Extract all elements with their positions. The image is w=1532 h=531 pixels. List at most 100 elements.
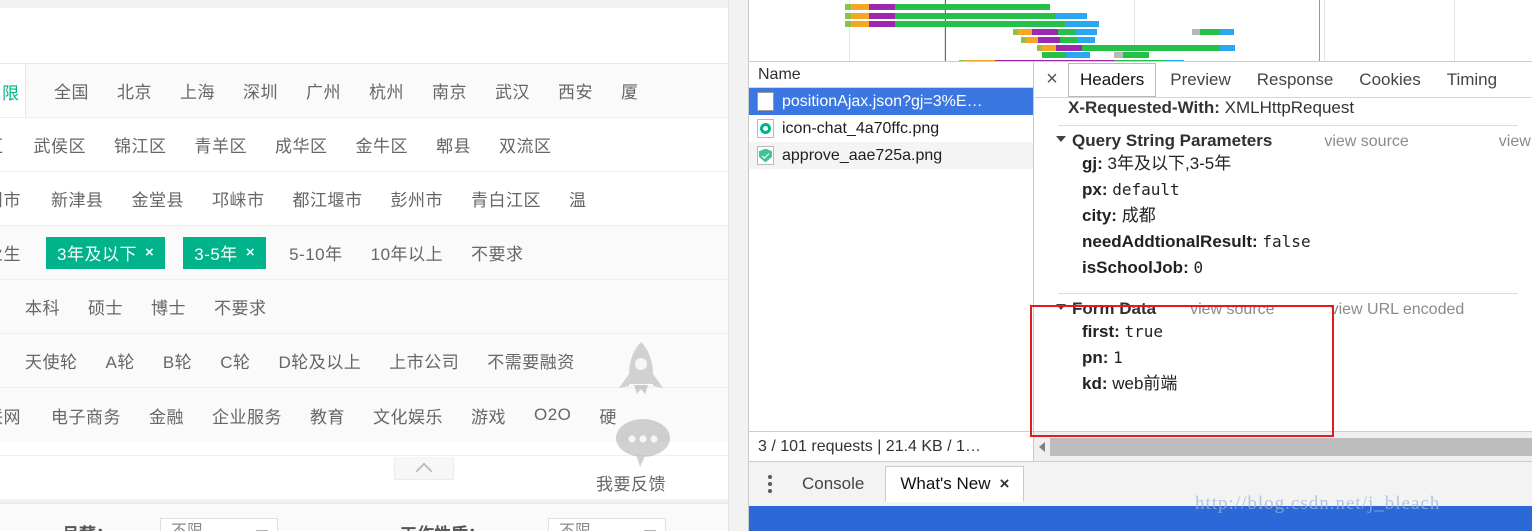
page-right-gutter <box>728 0 748 531</box>
network-row-2-name: approve_aae725a.png <box>782 146 943 164</box>
scroll-left-arrow-icon[interactable] <box>1034 433 1050 461</box>
feedback-link[interactable]: 我要反馈 <box>596 470 666 495</box>
tab-headers[interactable]: Headers <box>1068 62 1157 97</box>
drawer-tab-whats-new[interactable]: What's New × <box>885 466 1025 502</box>
experience-lead[interactable]: 业生 <box>0 240 37 265</box>
network-overview-waterfall[interactable] <box>749 0 1532 62</box>
tab-cookies[interactable]: Cookies <box>1347 63 1432 97</box>
county-item-3[interactable]: 都江堰市 <box>279 186 377 211</box>
experience-item-1[interactable]: 10年以上 <box>357 240 457 265</box>
city-tab-selected[interactable]: 限 <box>0 64 26 117</box>
education-item-0[interactable]: 本科 <box>11 294 74 319</box>
query-view-source-link[interactable]: view source <box>1324 133 1408 151</box>
district-item-5[interactable]: 郫县 <box>422 132 485 157</box>
city-item-0[interactable]: 全国 <box>40 78 103 103</box>
query-param-2: city: 成都 <box>1082 203 1532 229</box>
county-item-6[interactable]: 温 <box>555 186 601 211</box>
kebab-menu-icon[interactable] <box>759 475 781 493</box>
chevron-down-icon[interactable] <box>1056 304 1066 310</box>
close-icon[interactable]: × <box>1038 65 1066 95</box>
remove-tag-icon[interactable]: × <box>246 244 255 261</box>
city-item-4[interactable]: 广州 <box>292 78 355 103</box>
drawer-tab-console[interactable]: Console <box>787 466 879 502</box>
query-view-url-encoded-link[interactable]: view <box>1499 133 1531 151</box>
district-item-0[interactable]: 武侯区 <box>20 132 101 157</box>
salary-select[interactable]: 不限 <box>160 518 278 531</box>
hscroll-thumb[interactable] <box>1050 437 1532 456</box>
industry-item-5[interactable]: 游戏 <box>457 403 520 428</box>
finance-item-6[interactable]: 不需要融资 <box>473 348 589 373</box>
finance-item-0[interactable]: 天使轮 <box>11 348 92 373</box>
county-item-4[interactable]: 彭州市 <box>377 186 458 211</box>
county-item-2[interactable]: 邛崃市 <box>198 186 279 211</box>
district-item-6[interactable]: 双流区 <box>485 132 566 157</box>
collapse-filters-button[interactable] <box>394 457 454 480</box>
experience-item-0[interactable]: 5-10年 <box>275 240 357 265</box>
city-item-7[interactable]: 武汉 <box>481 78 544 103</box>
form-param-1-key: pn: <box>1082 348 1109 367</box>
industry-item-0[interactable]: 电子商务 <box>37 403 135 428</box>
form-view-url-encoded-link[interactable]: view URL encoded <box>1331 301 1465 319</box>
network-column-header[interactable]: Name <box>749 62 1033 88</box>
hscroll-track[interactable] <box>1050 437 1532 456</box>
finance-item-3[interactable]: C轮 <box>206 348 264 373</box>
jobtype-label: 工作性质： <box>400 520 485 531</box>
county-lead[interactable]: 州市 <box>0 186 37 211</box>
remove-tag-icon[interactable]: × <box>145 244 154 261</box>
finance-item-5[interactable]: 上市公司 <box>375 348 473 373</box>
query-string-section-title[interactable]: Query String Parameters view source view <box>1056 131 1532 151</box>
experience-tag-1[interactable]: 3-5年 × <box>183 236 267 269</box>
finance-item-1[interactable]: A轮 <box>92 348 149 373</box>
education-item-1[interactable]: 硕士 <box>74 294 137 319</box>
close-icon[interactable]: × <box>1000 474 1010 494</box>
district-item-4[interactable]: 金牛区 <box>342 132 423 157</box>
chevron-down-icon[interactable] <box>1056 136 1066 142</box>
tab-preview[interactable]: Preview <box>1158 63 1242 97</box>
form-view-source-link[interactable]: view source <box>1190 301 1274 319</box>
finance-item-2[interactable]: B轮 <box>149 348 206 373</box>
city-item-6[interactable]: 南京 <box>418 78 481 103</box>
experience-item-2[interactable]: 不要求 <box>457 240 538 265</box>
city-item-1[interactable]: 北京 <box>103 78 166 103</box>
finance-item-4[interactable]: D轮及以上 <box>264 348 375 373</box>
industry-item-3[interactable]: 教育 <box>296 403 359 428</box>
clipped-header-key: X-Requested-With: <box>1068 98 1220 117</box>
tab-timing[interactable]: Timing <box>1435 63 1509 97</box>
network-row-1[interactable]: icon-chat_4a70ffc.png <box>749 115 1033 142</box>
district-item-1[interactable]: 锦江区 <box>100 132 181 157</box>
city-item-2[interactable]: 上海 <box>166 78 229 103</box>
network-request-list[interactable]: Name positionAjax.json?gj=3%E… icon-chat… <box>749 62 1034 431</box>
form-param-2-value: web前端 <box>1112 374 1178 393</box>
county-item-5[interactable]: 青白江区 <box>457 186 555 211</box>
county-item-0[interactable]: 新津县 <box>37 186 118 211</box>
industry-item-6[interactable]: O2O <box>520 405 585 425</box>
network-row-0[interactable]: positionAjax.json?gj=3%E… <box>749 88 1033 115</box>
network-row-2[interactable]: approve_aae725a.png <box>749 142 1033 169</box>
page-white-card <box>0 8 728 64</box>
industry-item-2[interactable]: 企业服务 <box>198 403 296 428</box>
district-lead[interactable]: 区 <box>0 132 20 157</box>
city-item-9[interactable]: 厦 <box>607 78 653 103</box>
education-item-3[interactable]: 不要求 <box>200 294 281 319</box>
jobtype-select[interactable]: 不限 <box>548 518 666 531</box>
city-item-3[interactable]: 深圳 <box>229 78 292 103</box>
salary-label: 月薪： <box>62 520 113 531</box>
query-param-3: needAddtionalResult: false <box>1082 229 1532 255</box>
experience-tag-0[interactable]: 3年及以下 × <box>46 236 166 269</box>
education-item-2[interactable]: 博士 <box>137 294 200 319</box>
county-item-1[interactable]: 金堂县 <box>118 186 199 211</box>
chat-bubble-icon[interactable] <box>612 418 674 470</box>
industry-lead[interactable]: 联网 <box>0 403 37 428</box>
request-details-panel: × Headers Preview Response Cookies Timin… <box>1034 62 1532 431</box>
industry-item-1[interactable]: 金融 <box>135 403 198 428</box>
district-item-2[interactable]: 青羊区 <box>181 132 262 157</box>
district-item-3[interactable]: 成华区 <box>261 132 342 157</box>
experience-tag-0-label: 3年及以下 <box>57 245 137 264</box>
filter-row-city: 限 全国 北京 上海 深圳 广州 杭州 南京 武汉 西安 厦 <box>0 64 728 118</box>
city-item-5[interactable]: 杭州 <box>355 78 418 103</box>
city-item-8[interactable]: 西安 <box>544 78 607 103</box>
industry-item-4[interactable]: 文化娱乐 <box>359 403 457 428</box>
tab-response[interactable]: Response <box>1245 63 1346 97</box>
details-horizontal-scrollbar[interactable] <box>1034 431 1532 461</box>
form-data-section-title[interactable]: Form Data view source view URL encoded <box>1056 299 1532 319</box>
